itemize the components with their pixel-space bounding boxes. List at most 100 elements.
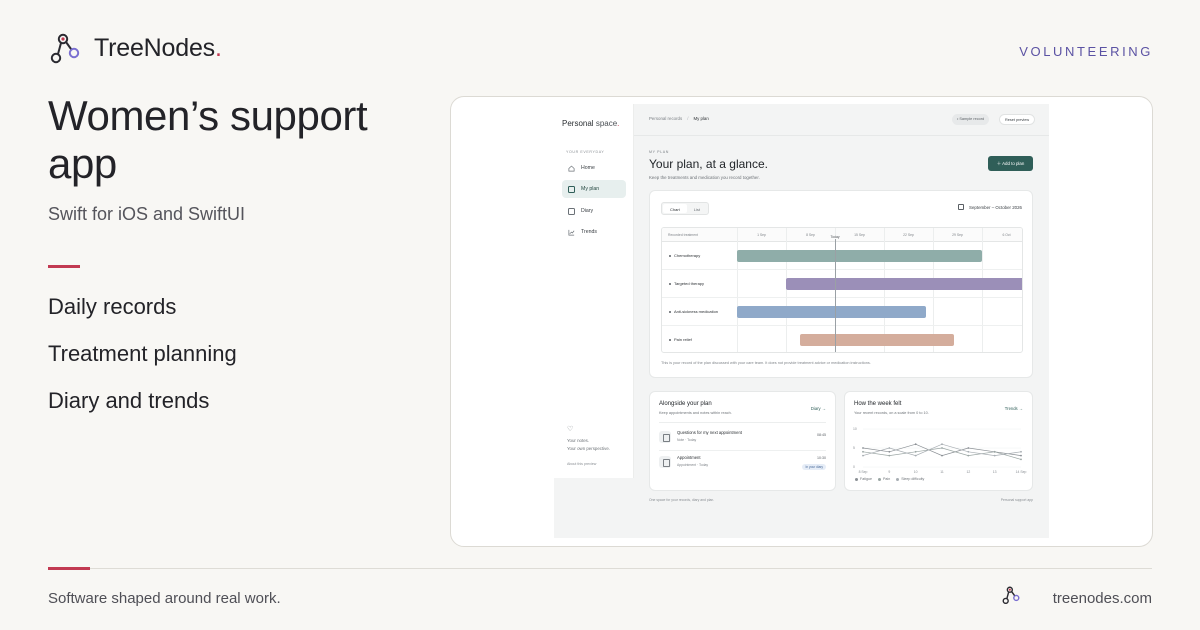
gantt-row[interactable]: Anti-sickness medication	[662, 298, 1022, 326]
gantt-row-text: Anti-sickness medication	[674, 309, 719, 314]
gantt-row-text: Chemotherapy	[674, 253, 701, 258]
gantt-bar[interactable]	[786, 278, 1022, 290]
tab-list[interactable]: List	[687, 204, 707, 213]
chart-point	[888, 450, 891, 453]
plan-disclaimer: This is your record of the plan discusse…	[661, 361, 871, 365]
hero-title: Women’s support app	[48, 92, 368, 187]
app-footer-text: One space for your records, diary and pl…	[649, 498, 715, 502]
breadcrumb-current: My plan	[693, 116, 709, 121]
legend-item: Pain	[878, 477, 890, 481]
legend-swatch	[855, 477, 858, 481]
chart-point	[993, 454, 996, 457]
chart-y-tick: 10	[853, 427, 857, 431]
gantt-row-text: Pain relief	[674, 337, 692, 342]
feature-item: Daily records	[48, 294, 177, 319]
gantt-row[interactable]: Targeted therapy	[662, 270, 1022, 298]
gantt-bar[interactable]	[737, 250, 982, 262]
app-footer-text: Personal support app	[1000, 498, 1033, 502]
gantt-row[interactable]: Chemotherapy	[662, 242, 1022, 270]
gantt-bar[interactable]	[737, 306, 926, 318]
sample-record-badge: • Sample record	[952, 114, 990, 125]
list-item-time: 10:30	[817, 456, 826, 460]
chart-x-tick: 14 Sep	[1016, 470, 1027, 474]
app-window: Personal space. YOUR EVERYDAY Home My pl…	[554, 104, 1049, 538]
breadcrumb-parent[interactable]: Personal records	[649, 116, 682, 121]
sidebar-item-label: Diary	[581, 208, 594, 214]
chart-point	[941, 454, 943, 457]
legend-label: Pain	[883, 477, 891, 481]
list-item[interactable]: Appointment Appointment · Today 10:30 In…	[659, 452, 826, 474]
topbar: Personal records / My plan • Sample record…	[634, 104, 1049, 136]
list-item[interactable]: Questions for my next appointment Note ·…	[659, 427, 826, 451]
gantt-tick-label: 6 Oct	[1002, 233, 1011, 237]
today-marker	[835, 238, 836, 352]
status-badge: In your diary	[802, 464, 826, 470]
chart-point	[1020, 450, 1022, 453]
calendar-icon	[958, 204, 965, 210]
about-preview-link[interactable]: About this preview	[567, 462, 596, 466]
gantt-row[interactable]: Pain relief	[662, 326, 1022, 352]
add-to-plan-button[interactable]: ＋ Add to plan	[988, 156, 1033, 171]
diary-link[interactable]: Diary →	[811, 406, 826, 411]
brand[interactable]: TreeNodes.	[48, 31, 222, 65]
breadcrumb-separator: /	[687, 116, 689, 121]
sidebar: Personal space. YOUR EVERYDAY Home My pl…	[554, 104, 634, 478]
legend-item: Fatigue	[855, 477, 872, 481]
chart-legend: Fatigue Pain Sleep difficulty	[855, 477, 924, 481]
app-brand[interactable]: Personal space.	[562, 119, 619, 128]
alongside-card: Alongside your plan Keep appointments an…	[649, 391, 836, 491]
heart-icon: ♡	[567, 426, 574, 433]
gantt-header: Recorded treatment 1 Sep 8 Sep 15 Sep 22 Se…	[662, 228, 1022, 242]
chart-series-line	[862, 443, 1022, 456]
card-title: How the week felt	[854, 401, 902, 407]
trends-link[interactable]: Trends →	[1005, 406, 1023, 411]
footer-domain-link[interactable]: treenodes.com	[1053, 590, 1152, 607]
chart-x-tick: 13	[993, 470, 997, 474]
gantt-tick-label: 1 Sep	[757, 233, 766, 237]
sidebar-item-diary[interactable]: Diary	[562, 202, 626, 220]
card-subtitle: Keep appointments and notes within reach…	[659, 411, 732, 415]
divider	[659, 422, 826, 423]
gantt-row-label: Pain relief	[669, 337, 692, 342]
chart-point	[941, 447, 943, 449]
gantt-row-text: Targeted therapy	[674, 281, 705, 286]
gantt-row-label: Chemotherapy	[669, 253, 700, 258]
sidebar-item-home[interactable]: Home	[562, 159, 626, 177]
footer-tagline: Software shaped around real work.	[48, 590, 281, 607]
divider	[659, 450, 826, 451]
list-item-meta: Note · Today	[677, 438, 697, 442]
sidebar-item-trends[interactable]: Trends	[562, 223, 626, 241]
footer-accent-line	[48, 567, 90, 570]
chart-point	[862, 454, 864, 457]
sidebar-item-label: My plan	[581, 186, 600, 192]
chart-point	[967, 454, 970, 457]
sidebar-item-my-plan[interactable]: My plan	[562, 180, 626, 198]
chart-x-tick: 10	[914, 470, 918, 474]
legend-item: Sleep difficulty	[896, 477, 924, 481]
gantt-row-label: Anti-sickness medication	[669, 309, 718, 314]
chart-series-line	[862, 447, 1022, 460]
tree-nodes-logo-icon	[50, 33, 80, 64]
legend-swatch	[896, 477, 900, 481]
sidebar-section-label: YOUR EVERYDAY	[566, 150, 605, 154]
date-range[interactable]: September – October 2026	[958, 204, 1022, 210]
chart-x-tick: 8 Sep	[859, 470, 868, 474]
chart-y-tick: 5	[853, 446, 855, 450]
gantt-tick-label: 8 Sep	[806, 233, 815, 237]
legend-label: Sleep difficulty	[901, 477, 925, 481]
reset-preview-button[interactable]: Reset preview	[999, 114, 1036, 125]
chart-y-tick: 0	[853, 465, 855, 469]
category-label: VOLUNTEERING	[1019, 44, 1153, 59]
chart-point	[888, 454, 891, 457]
book-icon	[568, 207, 575, 215]
chart-point	[862, 447, 864, 449]
week-line-chart: 10 5 0 8 Sep 9 10 11 12 13 14 Sep	[853, 427, 1027, 474]
calendar-icon	[568, 185, 575, 193]
gantt-bar[interactable]	[800, 334, 954, 346]
chart-point	[888, 447, 891, 449]
feature-item: Treatment planning	[48, 341, 237, 366]
trend-icon	[568, 229, 575, 235]
bullet-icon	[669, 310, 671, 313]
sidebar-item-label: Home	[581, 165, 595, 171]
tab-chart[interactable]: Chart	[663, 204, 687, 213]
